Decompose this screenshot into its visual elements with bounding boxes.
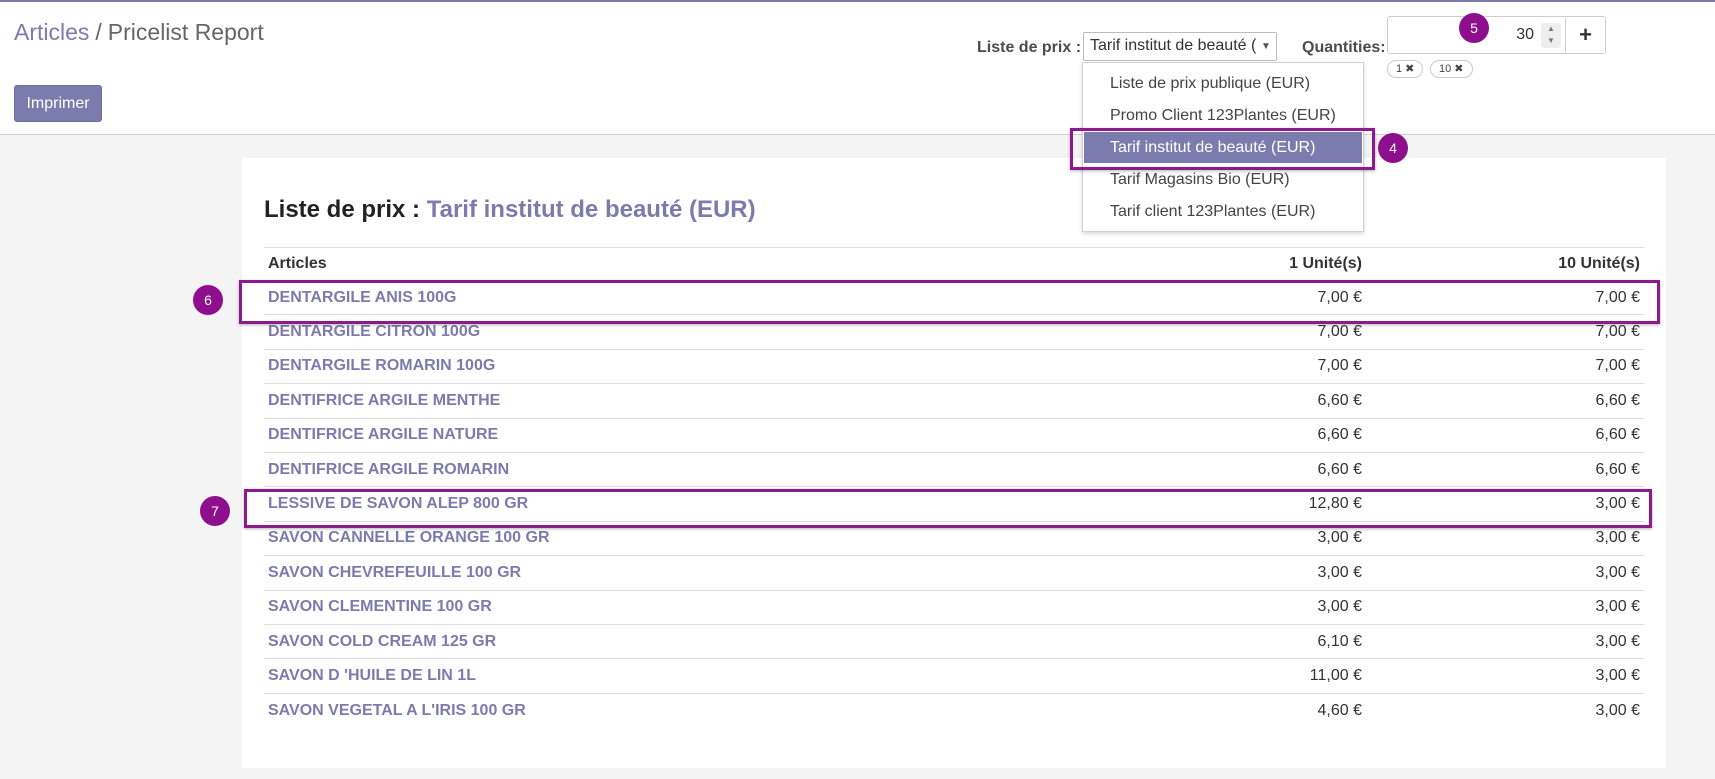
price-10-units: 3,00 €: [1595, 563, 1640, 581]
article-name-link[interactable]: SAVON CHEVREFEUILLE 100 GR: [264, 556, 1088, 590]
pricelist-option[interactable]: Liste de prix publique (EUR): [1084, 68, 1362, 99]
price-1-unit: 6,60 €: [1317, 426, 1362, 444]
table-row: DENTIFRICE ARGILE NATURE 6,60 € 6,60 €: [264, 418, 1644, 453]
report-title-pricelist: Tarif institut de beauté (EUR): [426, 196, 756, 223]
annotation-marker-6: 6: [193, 285, 223, 315]
article-name-link[interactable]: SAVON COLD CREAM 125 GR: [264, 624, 1088, 658]
price-10-units: 7,00 €: [1595, 357, 1640, 375]
quantity-tag-10[interactable]: 10 ✖: [1430, 60, 1473, 78]
quantity-widget: ▲▼ +: [1387, 16, 1606, 54]
table-row: DENTIFRICE ARGILE ROMARIN 6,60 € 6,60 €: [264, 452, 1644, 487]
pricelist-option[interactable]: Tarif client 123Plantes (EUR): [1084, 196, 1362, 227]
price-1-unit: 3,00 €: [1317, 598, 1362, 616]
price-10-units: 3,00 €: [1595, 632, 1640, 650]
price-1-unit: 4,60 €: [1317, 701, 1362, 719]
breadcrumb-current: Pricelist Report: [107, 19, 264, 45]
price-1-unit: 6,60 €: [1317, 460, 1362, 478]
breadcrumb-separator: /: [95, 19, 102, 45]
quantities-label: Quantities:: [1302, 39, 1386, 56]
column-header-articles: Articles: [268, 255, 327, 272]
price-1-unit: 11,00 €: [1309, 666, 1362, 684]
article-name-link[interactable]: DENTIFRICE ARGILE NATURE: [264, 418, 1088, 452]
price-1-unit: 3,00 €: [1317, 563, 1362, 581]
price-1-unit: 7,00 €: [1317, 357, 1362, 375]
report-sheet: Liste de prix : Tarif institut de beauté…: [242, 158, 1666, 768]
plus-icon[interactable]: +: [1565, 18, 1605, 52]
pricelist-select-value: Tarif institut de beauté (: [1090, 37, 1257, 54]
report-title-prefix: Liste de prix :: [264, 196, 421, 223]
article-name-link[interactable]: SAVON D 'HUILE DE LIN 1L: [264, 659, 1088, 693]
table-row: SAVON CHEVREFEUILLE 100 GR 3,00 € 3,00 €: [264, 556, 1644, 591]
article-name-link[interactable]: DENTIFRICE ARGILE ROMARIN: [264, 452, 1088, 486]
annotation-highlight-6: [239, 280, 1660, 324]
column-header-1-unit: 1 Unité(s): [1289, 255, 1362, 272]
spinner-icon[interactable]: ▲ ▼: [1541, 23, 1561, 48]
article-name-link[interactable]: SAVON CLEMENTINE 100 GR: [264, 590, 1088, 624]
table-row: SAVON VEGETAL A L'IRIS 100 GR 4,60 € 3,00 …: [264, 693, 1644, 727]
table-row: DENTARGILE ROMARIN 100G 7,00 € 7,00 €: [264, 349, 1644, 384]
price-1-unit: 6,10 €: [1317, 632, 1362, 650]
annotation-marker-5: 5: [1459, 13, 1489, 43]
article-name-link[interactable]: SAVON VEGETAL A L'IRIS 100 GR: [264, 693, 1088, 727]
price-10-units: 3,00 €: [1595, 701, 1640, 719]
quantity-tag-1[interactable]: 1 ✖: [1387, 60, 1424, 78]
price-10-units: 6,60 €: [1595, 391, 1640, 409]
pricelist-select[interactable]: Tarif institut de beauté ( ▼: [1083, 32, 1277, 61]
annotation-marker-7: 7: [200, 496, 230, 526]
price-10-units: 6,60 €: [1595, 460, 1640, 478]
price-1-unit: 6,60 €: [1317, 391, 1362, 409]
annotation-marker-4: 4: [1378, 133, 1408, 163]
print-button[interactable]: Imprimer: [14, 85, 102, 122]
column-header-10-units: 10 Unité(s): [1558, 255, 1640, 272]
table-row: DENTIFRICE ARGILE MENTHE 6,60 € 6,60 €: [264, 384, 1644, 419]
table-row: SAVON CLEMENTINE 100 GR 3,00 € 3,00 €: [264, 590, 1644, 625]
annotation-highlight-7: [244, 489, 1652, 528]
pricelist-option[interactable]: Promo Client 123Plantes (EUR): [1084, 100, 1362, 131]
breadcrumb-articles-link[interactable]: Articles: [14, 19, 89, 45]
article-name-link[interactable]: DENTARGILE ROMARIN 100G: [264, 349, 1088, 383]
breadcrumb: Articles / Pricelist Report: [14, 19, 264, 46]
control-panel: Articles / Pricelist Report Imprimer Liste…: [0, 2, 1715, 135]
price-10-units: 3,00 €: [1595, 666, 1640, 684]
caret-down-icon[interactable]: ▼: [1256, 33, 1276, 60]
pricelist-label: Liste de prix :: [977, 39, 1082, 56]
annotation-highlight-4: [1070, 128, 1375, 170]
table-row: SAVON COLD CREAM 125 GR 6,10 € 3,00 €: [264, 624, 1644, 659]
report-title: Liste de prix : Tarif institut de beauté…: [264, 196, 756, 224]
price-10-units: 3,00 €: [1595, 598, 1640, 616]
table-header-row: Articles 1 Unité(s) 10 Unité(s): [264, 247, 1644, 281]
article-name-link[interactable]: DENTIFRICE ARGILE MENTHE: [264, 384, 1088, 418]
price-10-units: 6,60 €: [1595, 426, 1640, 444]
table-row: SAVON D 'HUILE DE LIN 1L 11,00 € 3,00 €: [264, 659, 1644, 694]
